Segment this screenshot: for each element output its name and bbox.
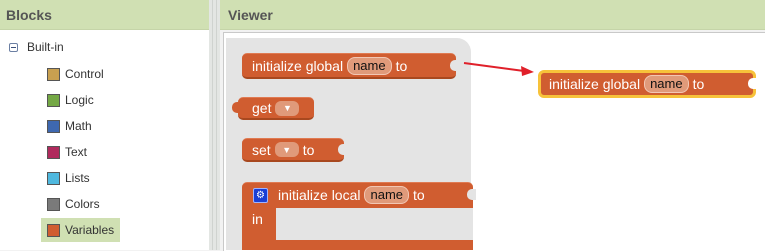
colors-swatch-icon: [47, 197, 60, 211]
category-label: Text: [65, 145, 88, 159]
category-label: Logic: [65, 93, 94, 107]
placed-initialize-global-block[interactable]: initialize global name to: [538, 70, 757, 98]
output-tab-icon: [232, 102, 239, 113]
input-socket-icon: [450, 59, 459, 71]
block-label: to: [413, 187, 425, 203]
dropdown-arrow-icon: ▼: [282, 144, 292, 155]
local-header: initialize local name to: [278, 186, 425, 204]
drag-arrow-icon: [463, 62, 534, 76]
category-colors[interactable]: Colors: [41, 192, 120, 216]
logic-swatch-icon: [47, 93, 60, 107]
block-label: to: [692, 76, 705, 92]
blocks-header: Blocks: [0, 0, 209, 30]
blocks-title: Blocks: [6, 7, 52, 23]
mutator-gear-icon[interactable]: ⚙: [253, 188, 268, 203]
block-bottom: [242, 240, 473, 250]
panel-divider[interactable]: [209, 0, 220, 250]
collapse-icon[interactable]: [9, 42, 18, 52]
input-socket-icon: [467, 189, 476, 200]
block-label: initialize local: [278, 187, 361, 203]
category-logic[interactable]: Logic: [41, 88, 120, 112]
variable-name-field[interactable]: name: [347, 56, 392, 75]
variable-name-field[interactable]: name: [644, 75, 689, 93]
statement-slot: [276, 208, 473, 240]
variables-swatch-icon: [47, 223, 60, 237]
viewer-title: Viewer: [228, 7, 273, 23]
input-socket-icon: [338, 143, 347, 155]
initialize-local-block[interactable]: ⚙ initialize local name to in: [242, 182, 476, 250]
set-block[interactable]: set ▼ to: [242, 138, 347, 162]
category-label: Lists: [65, 171, 90, 185]
text-swatch-icon: [47, 145, 60, 159]
tree-item-built-in[interactable]: Built-in: [9, 40, 64, 54]
block-label: initialize global: [252, 57, 344, 74]
block-label: initialize global: [549, 76, 641, 92]
category-lists[interactable]: Lists: [41, 166, 120, 190]
block-label: to: [302, 141, 315, 158]
block-label: get: [252, 100, 272, 116]
dropdown-arrow-icon: ▼: [283, 103, 292, 113]
category-variables[interactable]: Variables: [41, 218, 120, 242]
get-block[interactable]: get ▼: [232, 97, 314, 120]
control-swatch-icon: [47, 67, 60, 81]
category-math[interactable]: Math: [41, 114, 120, 138]
variable-dropdown[interactable]: ▼: [274, 142, 299, 157]
blocks-panel: Blocks Built-in Control Logic Math Text …: [0, 0, 209, 250]
category-text[interactable]: Text: [41, 140, 120, 164]
math-swatch-icon: [47, 119, 60, 133]
block-label: set: [252, 141, 271, 158]
input-socket-icon: [748, 78, 757, 89]
in-label: in: [252, 211, 263, 227]
block-label: to: [395, 57, 408, 74]
initialize-global-block[interactable]: initialize global name to: [242, 53, 459, 79]
category-label: Colors: [65, 197, 100, 211]
category-label: Variables: [65, 223, 115, 237]
variable-dropdown[interactable]: ▼: [275, 100, 300, 116]
category-label: Math: [65, 119, 92, 133]
category-control[interactable]: Control: [41, 62, 120, 86]
variable-name-field[interactable]: name: [364, 186, 410, 204]
category-label: Control: [65, 67, 104, 81]
tree-item-built-in-label: Built-in: [27, 40, 64, 54]
lists-swatch-icon: [47, 171, 60, 185]
viewer-header: Viewer: [220, 0, 765, 30]
